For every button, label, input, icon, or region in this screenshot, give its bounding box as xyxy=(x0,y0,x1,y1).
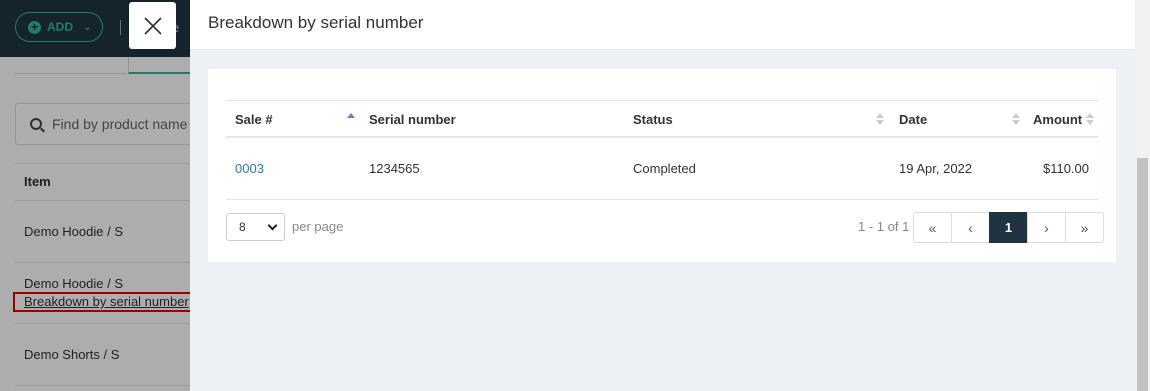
scrollbar-thumb[interactable] xyxy=(1137,158,1148,391)
date-cell: 19 Apr, 2022 xyxy=(899,161,973,176)
sale-number-link[interactable]: 0003 xyxy=(235,161,264,176)
modal-header: Breakdown by serial number xyxy=(190,0,1135,50)
next-page-button[interactable]: › xyxy=(1027,212,1066,243)
table-header: Sale # Serial number Status Date Amount xyxy=(226,100,1098,138)
per-page-value: 8 xyxy=(239,220,246,234)
table-row: 0003 1234565 Completed 19 Apr, 2022 $110… xyxy=(226,138,1098,200)
page-range: 1 - 1 of 1 xyxy=(858,219,910,234)
first-page-button[interactable]: « xyxy=(913,212,952,243)
sort-icon[interactable] xyxy=(1086,113,1094,125)
column-header-serial[interactable]: Serial number xyxy=(369,112,456,127)
modal-title: Breakdown by serial number xyxy=(208,13,424,32)
amount-cell: $110.00 xyxy=(1042,161,1089,176)
sort-icon[interactable] xyxy=(1012,113,1020,125)
status-cell: Completed xyxy=(633,161,696,176)
sort-icon[interactable] xyxy=(876,113,884,125)
last-page-button[interactable]: » xyxy=(1065,212,1104,243)
sort-asc-icon[interactable] xyxy=(347,113,355,125)
per-page-select[interactable]: 8 xyxy=(226,213,285,241)
column-header-amount[interactable]: Amount xyxy=(1033,112,1082,127)
chevron-down-icon xyxy=(267,220,278,231)
column-header-status[interactable]: Status xyxy=(633,112,673,127)
column-header-sale[interactable]: Sale # xyxy=(235,112,273,127)
close-icon xyxy=(143,16,162,35)
pagination: « ‹ 1 › » xyxy=(913,212,1104,243)
per-page-label: per page xyxy=(292,219,344,234)
serial-number-cell: 1234565 xyxy=(369,161,420,176)
current-page-button[interactable]: 1 xyxy=(989,212,1028,243)
prev-page-button[interactable]: ‹ xyxy=(951,212,990,243)
close-button[interactable] xyxy=(129,2,176,49)
column-header-date[interactable]: Date xyxy=(899,112,927,127)
